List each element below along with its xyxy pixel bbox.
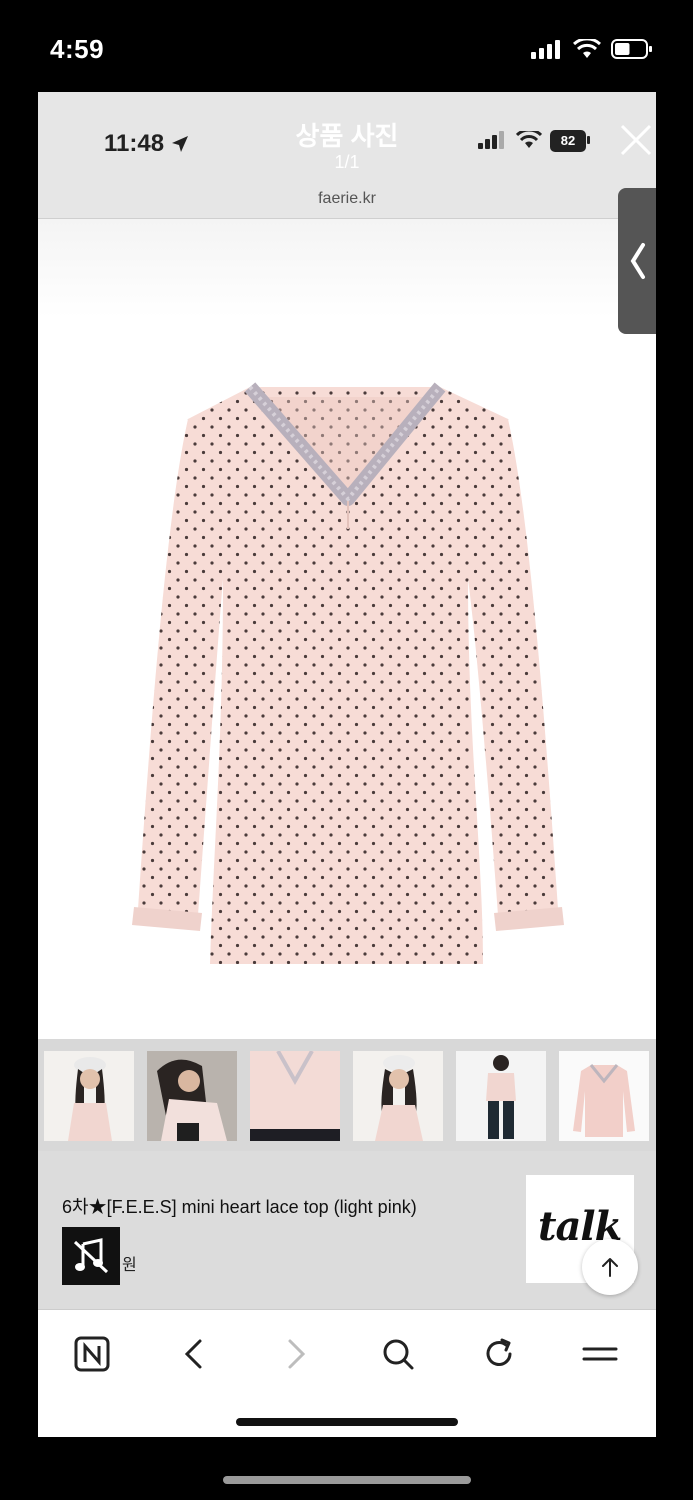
- menu-icon: [582, 1347, 618, 1361]
- menu-button[interactable]: [578, 1332, 622, 1376]
- close-icon: [620, 124, 652, 156]
- inner-status-icons: 82: [478, 130, 590, 152]
- photo-viewer-screen: 11:48 상품 사진 1/1 faerie.kr 82 6차★[F.E.E.S…: [38, 92, 656, 1437]
- image-counter: 1/1: [334, 152, 360, 172]
- product-title[interactable]: 6차★[F.E.E.S] mini heart lace top (light …: [62, 1193, 417, 1219]
- refresh-button[interactable]: [477, 1332, 521, 1376]
- music-off-icon: [73, 1238, 109, 1274]
- search-icon: [383, 1339, 414, 1370]
- side-panel-tab[interactable]: [618, 188, 656, 334]
- battery-icon: [611, 39, 652, 59]
- naver-home-icon: [74, 1336, 110, 1372]
- thumb-4[interactable]: [353, 1051, 443, 1141]
- close-button[interactable]: [618, 122, 654, 158]
- battery-icon: 82: [550, 130, 590, 152]
- chevron-right-icon: [288, 1339, 306, 1369]
- thumb-6[interactable]: [559, 1051, 649, 1141]
- signal-icon: [531, 40, 560, 59]
- product-photo: [38, 219, 656, 1039]
- product-info: 6차★[F.E.E.S] mini heart lace top (light …: [38, 1151, 656, 1309]
- thumb-1[interactable]: [44, 1051, 134, 1141]
- outer-time: 4:59: [50, 34, 105, 64]
- page-url: faerie.kr: [318, 190, 376, 207]
- outer-status-icons: [531, 38, 653, 60]
- signal-icon: [478, 131, 504, 149]
- outer-home-indicator: [223, 1476, 471, 1484]
- thumb-3[interactable]: [250, 1051, 340, 1141]
- music-toggle-button[interactable]: [62, 1227, 120, 1285]
- wifi-icon: [516, 131, 542, 148]
- chevron-left-icon: [184, 1339, 202, 1369]
- refresh-icon: [486, 1338, 512, 1366]
- arrow-up-icon: [602, 1258, 618, 1277]
- home-button[interactable]: [70, 1332, 114, 1376]
- scroll-top-button[interactable]: [582, 1239, 638, 1295]
- battery-level: 82: [550, 130, 586, 152]
- product-main-image[interactable]: [38, 219, 656, 1039]
- thumb-2[interactable]: [147, 1051, 237, 1141]
- back-button[interactable]: [172, 1332, 216, 1376]
- search-button[interactable]: [376, 1332, 420, 1376]
- thumb-5[interactable]: [456, 1051, 546, 1141]
- viewer-header: 11:48 상품 사진 1/1 faerie.kr 82: [38, 92, 656, 219]
- wifi-icon: [573, 39, 601, 58]
- outer-status-bar: 4:59: [0, 0, 693, 92]
- chevron-left-icon: [630, 243, 645, 279]
- inner-home-indicator: [236, 1418, 458, 1426]
- forward-button[interactable]: [274, 1332, 318, 1376]
- thumbnail-strip: [38, 1039, 656, 1151]
- price-suffix: 원: [122, 1257, 137, 1274]
